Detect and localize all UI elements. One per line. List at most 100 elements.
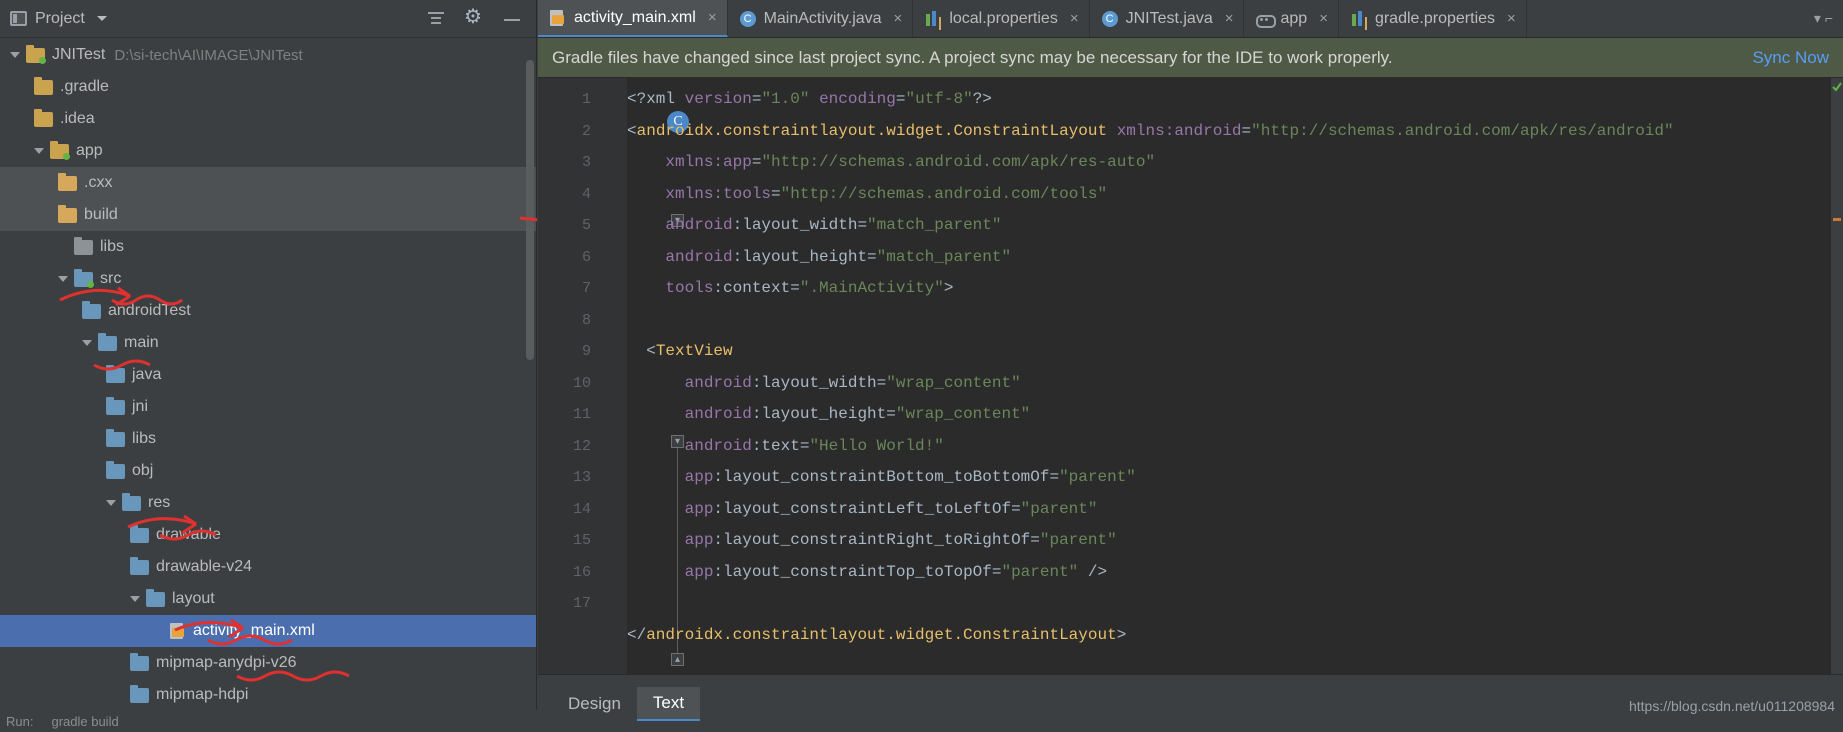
- tree-item-drawable-v24[interactable]: drawable-v24: [0, 551, 536, 583]
- tab-overflow-icon[interactable]: ▾ ⌐: [1814, 10, 1833, 27]
- tree-item-src[interactable]: src: [0, 263, 536, 295]
- editor-tab-local-properties[interactable]: local.properties ×: [913, 0, 1090, 37]
- editor-tab-mainactivity-java[interactable]: C MainActivity.java ×: [728, 0, 914, 37]
- tree-item-build[interactable]: build: [0, 199, 536, 231]
- editor-scrollbar[interactable]: [1831, 78, 1843, 674]
- code-line[interactable]: app:layout_constraintRight_toRightOf="pa…: [627, 525, 1843, 557]
- editor-tab-activity-main-xml[interactable]: activity_main.xml ×: [538, 0, 728, 37]
- code-line[interactable]: </androidx.constraintlayout.widget.Const…: [627, 620, 1843, 652]
- code-line[interactable]: android:layout_height="wrap_content": [627, 399, 1843, 431]
- folder-icon: [106, 428, 125, 447]
- line-number: 10: [572, 374, 591, 392]
- editor-tab-app[interactable]: app ×: [1244, 0, 1339, 37]
- close-icon[interactable]: ×: [1507, 10, 1516, 27]
- collapse-all-icon[interactable]: [426, 9, 446, 29]
- code-line[interactable]: android:layout_width="wrap_content": [627, 368, 1843, 400]
- tree-item-mipmap-hdpi[interactable]: mipmap-hdpi: [0, 679, 536, 710]
- folder-icon: [82, 300, 101, 319]
- folder-icon: [146, 588, 165, 607]
- folder-icon: [130, 524, 149, 543]
- inspection-ok-icon[interactable]: [1832, 82, 1842, 92]
- code-line[interactable]: xmlns:tools="http://schemas.android.com/…: [627, 179, 1843, 211]
- line-number: 13: [572, 469, 591, 486]
- mode-tab-text[interactable]: Text: [636, 686, 701, 721]
- tree-item-mipmap-anydpi-v26[interactable]: mipmap-anydpi-v26: [0, 647, 536, 679]
- code-folding-column[interactable]: C ▾ ▾ ▴: [601, 78, 689, 674]
- editor-tab-gradle-properties[interactable]: gradle.properties ×: [1339, 0, 1527, 37]
- minimize-icon[interactable]: [502, 9, 522, 29]
- close-icon[interactable]: ×: [894, 10, 903, 27]
- code-line[interactable]: android:layout_height="match_parent": [627, 242, 1843, 274]
- tree-item-label: obj: [132, 462, 154, 479]
- folder-icon: [26, 44, 46, 64]
- code-line[interactable]: <?xml version="1.0" encoding="utf-8"?>: [627, 84, 1843, 116]
- tree-item-layout[interactable]: layout: [0, 583, 536, 615]
- code-line[interactable]: app:layout_constraintLeft_toLeftOf="pare…: [627, 494, 1843, 526]
- project-title-button[interactable]: Project: [10, 10, 107, 28]
- folder-icon: [98, 332, 117, 351]
- chevron-down-icon[interactable]: [130, 594, 140, 604]
- chevron-down-icon[interactable]: [96, 16, 107, 21]
- xml-file-icon: [170, 623, 186, 639]
- project-tree-scrollbar[interactable]: [526, 60, 534, 360]
- tree-item-activity-main-xml[interactable]: activity_main.xml: [0, 615, 536, 647]
- code-line[interactable]: <androidx.constraintlayout.widget.Constr…: [627, 116, 1843, 148]
- tree-item--gradle[interactable]: .gradle: [0, 71, 536, 103]
- properties-file-icon: [1351, 10, 1367, 27]
- tree-item-drawable[interactable]: drawable: [0, 519, 536, 551]
- line-number: 9: [581, 343, 591, 360]
- tree-item-java[interactable]: java: [0, 359, 536, 391]
- folder-icon: [106, 396, 125, 415]
- code-editor[interactable]: 1 2 3 4 5 6 7 8 9 10 11 12 13 14 15 16 17 C ▾ ▾ ▴ <?xml …: [538, 78, 1843, 674]
- project-tree[interactable]: JNITest D:\si-tech\AI\IMAGE\JNITest .gradl…: [0, 39, 536, 710]
- tab-label: activity_main.xml: [574, 8, 696, 26]
- gradle-sync-notification: Gradle files have changed since last pro…: [538, 38, 1843, 78]
- tree-item--cxx[interactable]: .cxx: [0, 167, 536, 199]
- tree-item-libs[interactable]: libs: [0, 423, 536, 455]
- tree-item-main[interactable]: main: [0, 327, 536, 359]
- tree-item-jni[interactable]: jni: [0, 391, 536, 423]
- chevron-down-icon[interactable]: [34, 146, 44, 156]
- chevron-down-icon[interactable]: [10, 50, 20, 60]
- code-line[interactable]: app:layout_constraintBottom_toBottomOf="…: [627, 462, 1843, 494]
- code-line[interactable]: xmlns:app="http://schemas.android.com/ap…: [627, 147, 1843, 179]
- editor-area: activity_main.xml × C MainActivity.java × loc…: [538, 0, 1843, 732]
- tree-item-androidtest[interactable]: androidTest: [0, 295, 536, 327]
- close-icon[interactable]: ×: [708, 9, 717, 26]
- code-line[interactable]: <TextView: [627, 336, 1843, 368]
- folder-icon: [34, 108, 53, 127]
- code-line[interactable]: [627, 305, 1843, 337]
- tree-item-obj[interactable]: obj: [0, 455, 536, 487]
- error-stripe-mark[interactable]: [1833, 218, 1841, 221]
- code-line[interactable]: tools:context=".MainActivity">: [627, 273, 1843, 305]
- run-task-label: gradle build: [51, 713, 119, 729]
- code-line[interactable]: [627, 588, 1843, 620]
- project-icon: [10, 11, 27, 26]
- close-icon[interactable]: ×: [1225, 10, 1234, 27]
- folder-icon: [130, 684, 149, 703]
- tree-item-libs[interactable]: libs: [0, 231, 536, 263]
- code-text[interactable]: <?xml version="1.0" encoding="utf-8"?> <a…: [627, 78, 1843, 674]
- sync-now-link[interactable]: Sync Now: [1752, 48, 1829, 68]
- tree-item-label: activity_main.xml: [193, 622, 315, 639]
- editor-tabbar[interactable]: activity_main.xml × C MainActivity.java × loc…: [538, 0, 1843, 38]
- tree-item-label: drawable: [156, 526, 221, 543]
- gear-icon[interactable]: [464, 4, 484, 29]
- chevron-down-icon[interactable]: [82, 338, 92, 348]
- tree-item-jnitest[interactable]: JNITest D:\si-tech\AI\IMAGE\JNITest: [0, 39, 536, 71]
- close-icon[interactable]: ×: [1070, 10, 1079, 27]
- tree-item--idea[interactable]: .idea: [0, 103, 536, 135]
- code-line[interactable]: android:text="Hello World!": [627, 431, 1843, 463]
- editor-tab-jnitest-java[interactable]: C JNITest.java ×: [1090, 0, 1245, 37]
- chevron-down-icon[interactable]: [106, 498, 116, 508]
- mode-tab-design[interactable]: Design: [552, 688, 637, 720]
- project-panel-label: Project: [35, 9, 85, 27]
- code-line[interactable]: android:layout_width="match_parent": [627, 210, 1843, 242]
- tree-item-res[interactable]: res: [0, 487, 536, 519]
- code-line[interactable]: app:layout_constraintTop_toTopOf="parent…: [627, 557, 1843, 589]
- tree-item-label: libs: [132, 430, 157, 447]
- close-icon[interactable]: ×: [1319, 10, 1328, 27]
- tree-item-app[interactable]: app: [0, 135, 536, 167]
- chevron-down-icon[interactable]: [58, 274, 68, 284]
